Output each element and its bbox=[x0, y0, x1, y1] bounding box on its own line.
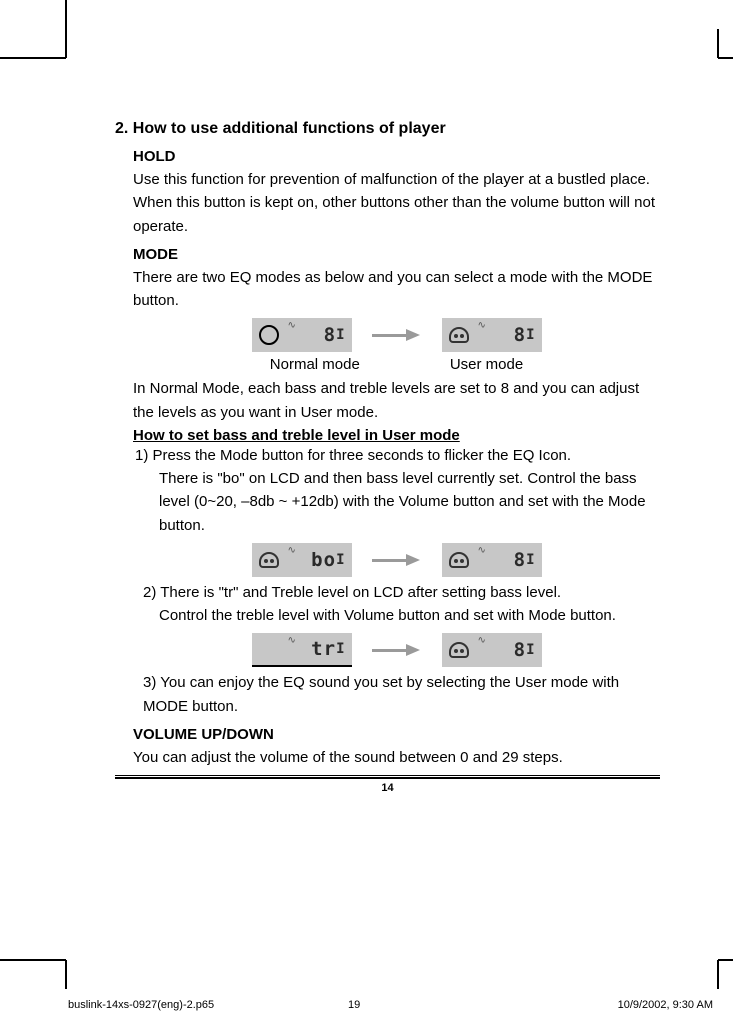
lcd-bass-value: ∿ 8I bbox=[442, 543, 542, 577]
step-1b: There is "bo" on LCD and then bass level… bbox=[159, 467, 660, 537]
crop-mark bbox=[0, 959, 66, 961]
lcd-sig: I bbox=[336, 552, 345, 568]
footer-datetime: 10/9/2002, 9:30 AM bbox=[618, 999, 713, 1011]
step-2a: 2) There is "tr" and Treble level on LCD… bbox=[143, 581, 660, 604]
lcd-digit: 8 bbox=[324, 324, 336, 346]
crop-mark bbox=[65, 960, 67, 989]
arrow-icon bbox=[372, 555, 422, 565]
step-1a: 1) Press the Mode button for three secon… bbox=[135, 444, 660, 467]
crop-mark bbox=[65, 0, 67, 58]
lcd-row-modes: ∿ 8I ∿ 8I bbox=[133, 318, 660, 352]
mode-desc: In Normal Mode, each bass and treble lev… bbox=[133, 377, 660, 424]
step-3: 3) You can enjoy the EQ sound you set by… bbox=[143, 671, 660, 718]
howto-title: How to set bass and treble level in User… bbox=[133, 427, 660, 444]
page-number: 14 bbox=[115, 782, 660, 794]
wave-icon: ∿ bbox=[478, 635, 486, 646]
hold-title: HOLD bbox=[133, 148, 660, 165]
arrow-icon bbox=[372, 645, 422, 655]
section-title: 2. How to use additional functions of pl… bbox=[115, 120, 660, 138]
mode-intro: There are two EQ modes as below and you … bbox=[133, 266, 660, 313]
head-icon bbox=[448, 549, 470, 571]
lcd-digit: 8 bbox=[514, 324, 526, 346]
wave-icon: ∿ bbox=[478, 320, 486, 331]
lcd-normal: ∿ 8I bbox=[252, 318, 352, 352]
page-rule bbox=[115, 775, 660, 779]
blank-icon bbox=[258, 638, 280, 660]
lcd-treble-value: ∿ 8I bbox=[442, 633, 542, 667]
lcd-row-treble: ∿ trI ∿ 8I bbox=[133, 633, 660, 667]
volume-title: VOLUME UP/DOWN bbox=[133, 726, 660, 743]
wave-icon: ∿ bbox=[288, 545, 296, 556]
arrow-icon bbox=[372, 330, 422, 340]
crop-mark bbox=[717, 29, 719, 58]
circle-icon bbox=[258, 324, 280, 346]
lcd-sig: I bbox=[526, 642, 535, 658]
footer-page: 19 bbox=[348, 999, 360, 1011]
crop-mark bbox=[0, 57, 66, 59]
hold-p1: Use this function for prevention of malf… bbox=[133, 168, 660, 191]
lcd-bo: ∿ boI bbox=[252, 543, 352, 577]
lcd-row-bass: ∿ boI ∿ 8I bbox=[133, 543, 660, 577]
lcd-user: ∿ 8I bbox=[442, 318, 542, 352]
lcd-digit: 8 bbox=[514, 639, 526, 661]
lcd-text-bo: bo bbox=[311, 549, 336, 571]
volume-desc: You can adjust the volume of the sound b… bbox=[133, 746, 660, 769]
wave-icon: ∿ bbox=[288, 320, 296, 331]
user-mode-label: User mode bbox=[450, 356, 523, 373]
mode-title: MODE bbox=[133, 246, 660, 263]
wave-icon: ∿ bbox=[478, 545, 486, 556]
mode-labels: Normal mode User mode bbox=[133, 356, 660, 373]
wave-icon: ∿ bbox=[288, 635, 296, 646]
crop-mark bbox=[717, 960, 719, 989]
head-icon bbox=[258, 549, 280, 571]
normal-mode-label: Normal mode bbox=[270, 356, 360, 373]
lcd-text-tr: tr bbox=[311, 638, 336, 660]
page-content: 2. How to use additional functions of pl… bbox=[115, 120, 660, 794]
head-icon bbox=[448, 324, 470, 346]
lcd-sig: I bbox=[336, 641, 345, 657]
lcd-sig: I bbox=[336, 327, 345, 343]
lcd-sig: I bbox=[526, 552, 535, 568]
crop-mark bbox=[718, 959, 733, 961]
lcd-sig: I bbox=[526, 327, 535, 343]
step-2b: Control the treble level with Volume but… bbox=[159, 604, 660, 627]
lcd-tr: ∿ trI bbox=[252, 633, 352, 667]
head-icon bbox=[448, 639, 470, 661]
crop-mark bbox=[718, 57, 733, 59]
footer-file: buslink-14xs-0927(eng)-2.p65 bbox=[68, 999, 214, 1011]
hold-p2: When this button is kept on, other butto… bbox=[133, 191, 660, 238]
lcd-digit: 8 bbox=[514, 549, 526, 571]
print-footer: buslink-14xs-0927(eng)-2.p65 19 10/9/200… bbox=[68, 999, 713, 1011]
